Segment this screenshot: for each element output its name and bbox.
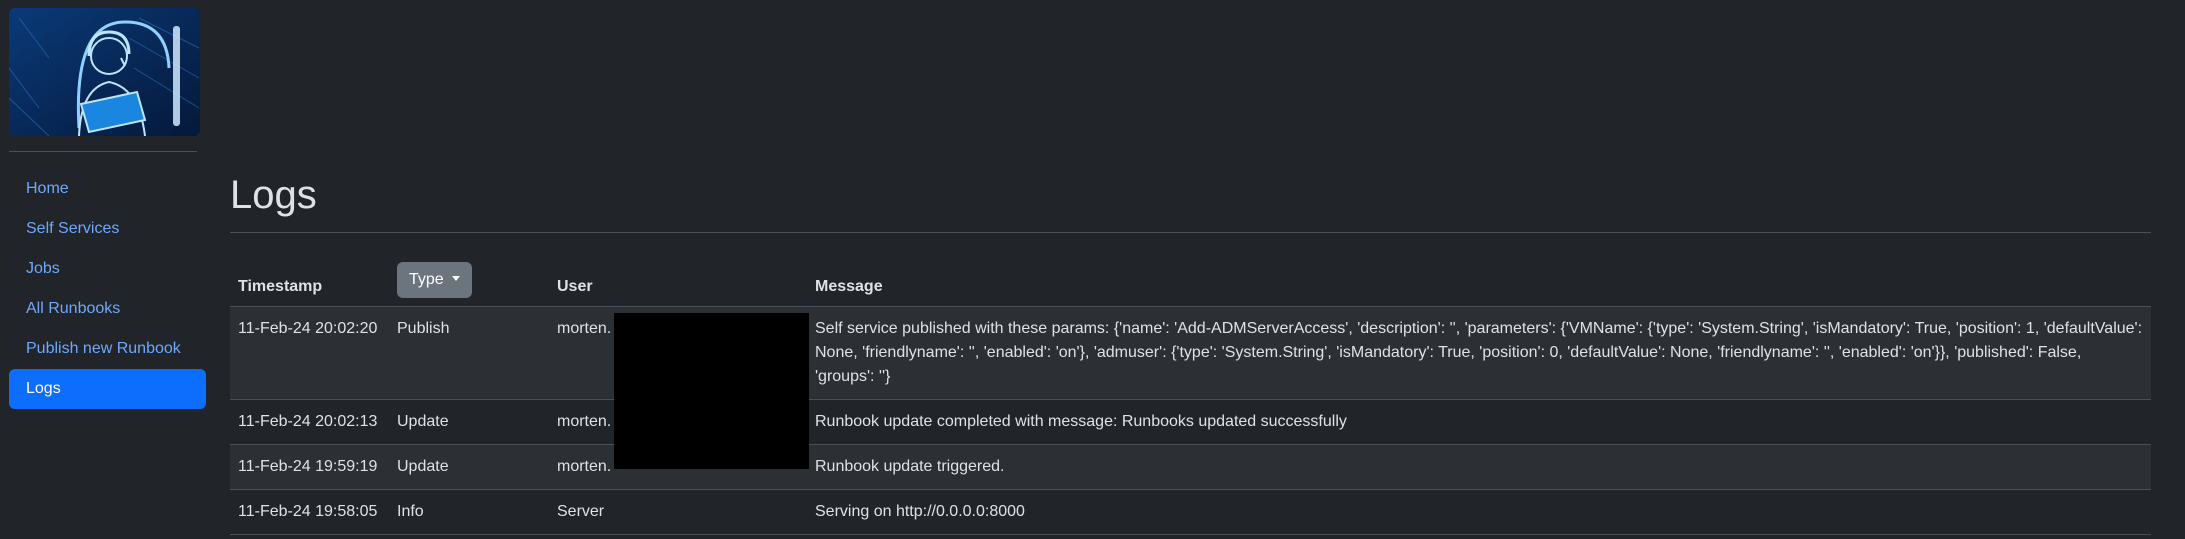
- table-row: 11-Feb-24 19:59:19 Update morten. Runboo…: [230, 444, 2151, 490]
- type-filter-label: Type: [409, 271, 444, 288]
- cell-timestamp: 11-Feb-24 20:02:20: [230, 306, 389, 400]
- cell-timestamp: 11-Feb-24 19:58:05: [230, 489, 389, 535]
- cell-timestamp: 11-Feb-24 20:02:13: [230, 399, 389, 445]
- table-row: 11-Feb-24 20:02:13 Update morten. Runboo…: [230, 399, 2151, 445]
- cell-message: Serving on http://0.0.0.0:8000: [807, 489, 2151, 535]
- caret-down-icon: [451, 276, 460, 281]
- sidebar: Home Self Services Jobs All Runbooks Pub…: [0, 0, 214, 539]
- sidebar-divider: [9, 151, 197, 152]
- sidebar-item-publish-new-runbook[interactable]: Publish new Runbook: [9, 329, 206, 369]
- header-timestamp: Timestamp: [230, 256, 389, 307]
- table-row: 11-Feb-24 19:58:05 Info Server Serving o…: [230, 489, 2151, 535]
- sidebar-nav: Home Self Services Jobs All Runbooks Pub…: [9, 169, 206, 409]
- cell-type: Publish: [389, 306, 549, 400]
- cell-type: Update: [389, 444, 549, 490]
- table-row: 11-Feb-24 20:02:20 Publish morten. Self …: [230, 306, 2151, 400]
- logo-image: [9, 8, 200, 136]
- type-filter-button[interactable]: Type: [397, 262, 472, 298]
- cell-type: Update: [389, 399, 549, 445]
- table-header-row: Timestamp Type User Message: [230, 256, 2151, 307]
- support-agent-illustration-icon: [9, 8, 200, 136]
- logs-table: Timestamp Type User Message 11-Feb-24 20…: [230, 256, 2151, 535]
- cell-message: Runbook update triggered.: [807, 444, 2151, 490]
- header-message: Message: [807, 256, 2151, 307]
- sidebar-item-all-runbooks[interactable]: All Runbooks: [9, 289, 206, 329]
- title-divider: [230, 232, 2151, 233]
- header-type: Type: [389, 256, 549, 307]
- cell-type: Info: [389, 489, 549, 535]
- sidebar-item-home[interactable]: Home: [9, 169, 206, 209]
- cell-user: Server: [549, 489, 807, 535]
- sidebar-item-logs[interactable]: Logs: [9, 369, 206, 409]
- page-title: Logs: [230, 173, 317, 217]
- header-user: User: [549, 256, 807, 307]
- cell-timestamp: 11-Feb-24 19:59:19: [230, 444, 389, 490]
- sidebar-item-jobs[interactable]: Jobs: [9, 249, 206, 289]
- redaction-box: [614, 313, 809, 469]
- sidebar-item-self-services[interactable]: Self Services: [9, 209, 206, 249]
- cell-message: Runbook update completed with message: R…: [807, 399, 2151, 445]
- cell-message: Self service published with these params…: [807, 306, 2151, 400]
